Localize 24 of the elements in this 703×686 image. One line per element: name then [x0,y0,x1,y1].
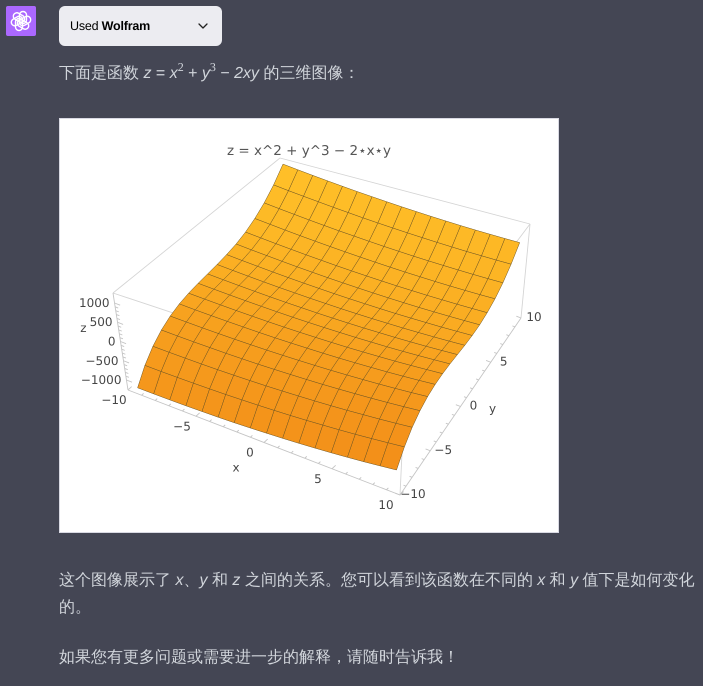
plot-title: z = x^2 + y^3 − 2⋆x⋆y [226,143,392,159]
message-text: 下面是函数 z = x$^{2}$ + y$^{3}$ − 2xy 的三维图像： [59,60,360,84]
tick-label: −500 [86,354,118,368]
tick-label: 500 [90,315,113,330]
message-text: 这个图像展示了 x、y 和 z 之间的关系。您可以看到该函数在不同的 x 和 y 值下是如何变化的。 [59,570,696,618]
tick-label: −5 [173,419,191,434]
tick-label: 5 [500,354,508,368]
tick-label: 10 [526,310,542,324]
tick-label: −1000 [80,373,122,387]
logo-icon [6,6,36,36]
tick-label: 0 [470,398,478,412]
tick-label: −10 [101,393,127,407]
plugin-dropdown-button[interactable]: Used Wolfram [59,6,222,46]
tick-label: −10 [400,487,426,501]
axis-label: x [232,460,240,474]
axis-label: y [488,402,496,416]
tick-label: 0 [108,334,116,348]
tick-label: −5 [434,442,452,457]
tick-label: 5 [314,472,322,486]
tick-label: 1000 [79,296,110,310]
axis-label: z [80,320,87,335]
tick-label: 10 [378,498,394,512]
message-text: 如果您有更多问题或需要进一步的解释，请随时告诉我！ [59,648,459,668]
tick-label: 0 [246,446,254,460]
